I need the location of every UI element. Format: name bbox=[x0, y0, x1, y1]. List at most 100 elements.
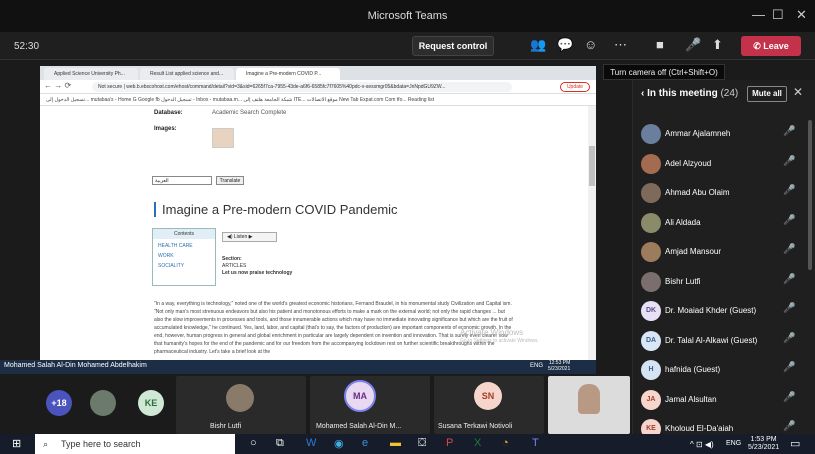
database-value: Academic Search Complete bbox=[212, 110, 287, 116]
participant-tile[interactable]: MA Mohamed Salah Al-Din M... bbox=[310, 376, 430, 434]
mic-muted-icon: 🎤 bbox=[783, 214, 796, 226]
participants-icon[interactable]: 👥 bbox=[530, 37, 546, 53]
leave-button[interactable]: ✆ Leave bbox=[741, 36, 801, 56]
avatar bbox=[226, 384, 254, 412]
avatar-initials: KE bbox=[138, 390, 164, 416]
update-button[interactable]: Update bbox=[560, 82, 590, 92]
participant-avatar bbox=[641, 212, 661, 233]
mute-all-button[interactable]: Mute all bbox=[747, 86, 787, 102]
more-participants-tile[interactable]: +18 bbox=[40, 376, 80, 434]
scroll-thumb[interactable] bbox=[589, 146, 595, 186]
participant-name: Susana Terkawi Notivoli bbox=[438, 423, 513, 430]
contents-link[interactable]: HEALTH CARE bbox=[153, 243, 215, 249]
participant-name: Ammar Ajalamneh bbox=[665, 129, 731, 138]
article-title: Imagine a Pre-modern COVID Pandemic bbox=[154, 202, 398, 217]
excel-icon[interactable]: X bbox=[474, 437, 481, 449]
participant-row[interactable]: Ahmad Abu Olaim 🎤 bbox=[633, 179, 815, 207]
request-control-button[interactable]: Request control bbox=[412, 36, 494, 56]
chat-icon[interactable]: 💬 bbox=[557, 37, 573, 53]
contents-link[interactable]: SOCIALITY bbox=[153, 263, 215, 269]
participant-avatar bbox=[641, 124, 661, 144]
presenter-name: Mohamed Salah Al-Din Mohamed Abdelhakim bbox=[4, 362, 147, 369]
participant-name: Amjad Mansour bbox=[665, 247, 722, 256]
participant-name: Dr. Talal Al-Alkawi (Guest) bbox=[665, 335, 758, 345]
more-actions-icon[interactable]: ⋯ bbox=[614, 37, 627, 53]
participant-row[interactable]: Adel Alzyoud 🎤 bbox=[633, 150, 815, 178]
reactions-icon[interactable]: ☺ bbox=[584, 37, 597, 52]
chrome-icon[interactable]: ◔ bbox=[502, 437, 509, 449]
participants-panel: ‹ In this meeting (24) Mute all ✕ Ammar … bbox=[632, 80, 815, 439]
notifications-icon[interactable]: ▭ bbox=[790, 437, 800, 450]
participant-count: (24) bbox=[720, 88, 739, 99]
participant-row[interactable]: DK Dr. Moaiad Khder (Guest) 🎤 bbox=[633, 297, 815, 325]
language-select[interactable]: العربية bbox=[152, 176, 212, 185]
section-value: ARTICLES bbox=[222, 263, 247, 269]
share-tray-icon[interactable]: ⬆ bbox=[712, 37, 723, 53]
participant-tile[interactable]: KE bbox=[132, 376, 172, 434]
teams-icon[interactable]: T bbox=[532, 437, 539, 449]
mic-muted-icon: 🎤 bbox=[783, 332, 796, 344]
participant-avatar bbox=[641, 271, 661, 292]
browser-tab[interactable]: Applied Science University Ph... bbox=[44, 68, 138, 80]
close-panel-icon[interactable]: ✕ bbox=[793, 85, 803, 99]
file-explorer-icon[interactable]: ▬ bbox=[390, 437, 401, 449]
system-clock[interactable]: 1:53 PM 5/23/2021 bbox=[748, 436, 779, 452]
search-placeholder: Type here to search bbox=[61, 439, 141, 449]
participant-tile[interactable]: SN Susana Terkawi Notivoli bbox=[434, 376, 544, 434]
bookmarks-bar[interactable]: تسجيل الدخول إلى... mutabaa's - Home G G… bbox=[40, 94, 596, 106]
self-video-person bbox=[578, 384, 600, 414]
listen-button[interactable]: ◀) Listen ▶ bbox=[222, 232, 277, 242]
contents-box: Contents HEALTH CARE WORK SOCIALITY bbox=[152, 228, 216, 286]
shared-lang: ENG bbox=[530, 363, 544, 369]
close-icon[interactable]: ✕ bbox=[796, 7, 807, 23]
participant-row[interactable]: Ali Aldada 🎤 bbox=[633, 209, 815, 237]
nav-arrows-icon[interactable]: ← → ⟳ bbox=[44, 81, 71, 90]
contents-link[interactable]: WORK bbox=[153, 253, 215, 259]
clock-time: 1:53 PM bbox=[750, 436, 777, 443]
participant-row[interactable]: JA Jamal Alsultan 🎤 bbox=[633, 386, 815, 414]
minimize-icon[interactable]: — bbox=[752, 7, 765, 22]
article-image-thumbnail[interactable] bbox=[212, 128, 234, 148]
browser-tab[interactable]: Result List applied science and... bbox=[140, 68, 234, 80]
store-icon[interactable]: ⛋ bbox=[418, 437, 426, 450]
powerpoint-icon[interactable]: P bbox=[446, 437, 453, 449]
word-icon[interactable]: W bbox=[306, 437, 316, 449]
video-strip: +18 KE Bishr Lutfi MA Mohamed Salah Al-D… bbox=[40, 376, 630, 434]
mic-off-icon[interactable]: 🎤 bbox=[685, 37, 701, 53]
page-scrollbar[interactable] bbox=[588, 106, 596, 370]
participant-row[interactable]: Bishr Lutfi 🎤 bbox=[633, 268, 815, 296]
mic-muted-icon: 🎤 bbox=[783, 244, 796, 255]
browser-tab-active[interactable]: Imagine a Pre-modern COVID P... bbox=[236, 68, 340, 80]
maximize-icon[interactable]: ☐ bbox=[772, 7, 784, 23]
participant-tile[interactable]: Bishr Lutfi bbox=[176, 376, 306, 434]
ie-icon[interactable]: e bbox=[362, 437, 368, 449]
taskbar-search[interactable]: ⌕ Type here to search bbox=[35, 434, 235, 454]
mic-muted-icon: 🎤 bbox=[783, 185, 796, 196]
url-field[interactable]: Not secure | web.b.ebscohost.com/ehost/c… bbox=[92, 82, 512, 92]
participant-name: Ahmad Abu Olaim bbox=[665, 188, 730, 197]
participant-row[interactable]: DA Dr. Talal Al-Alkawi (Guest) 🎤 bbox=[633, 327, 815, 355]
edge-icon[interactable]: ◉ bbox=[334, 437, 344, 450]
task-view-icon[interactable]: ⧉ bbox=[276, 437, 284, 450]
participant-tile[interactable] bbox=[84, 376, 124, 434]
participant-row[interactable]: Ammar Ajalamneh 🎤 bbox=[633, 120, 815, 148]
translate-button[interactable]: Translate bbox=[216, 176, 244, 185]
participant-avatar: JA bbox=[641, 389, 661, 410]
article-page: Database: Academic Search Complete Image… bbox=[40, 106, 596, 370]
cortana-icon[interactable]: ○ bbox=[250, 437, 257, 449]
camera-icon[interactable]: ■ bbox=[656, 37, 664, 52]
avatar-initials: MA bbox=[344, 380, 376, 412]
more-count: +18 bbox=[46, 390, 72, 416]
leave-label: Leave bbox=[763, 41, 789, 51]
language-indicator[interactable]: ENG bbox=[726, 440, 741, 447]
panel-title: In this meeting bbox=[647, 88, 718, 99]
participant-row[interactable]: Hhafnida (Guest) 🎤 bbox=[633, 356, 815, 384]
participant-avatar bbox=[641, 242, 661, 262]
participant-row[interactable]: Amjad Mansour 🎤 bbox=[633, 238, 815, 266]
browser-tabs: Applied Science University Ph... Result … bbox=[40, 66, 596, 80]
windows-taskbar: ⊞ ⌕ Type here to search ○ ⧉ W ◉ e ▬ ⛋ P … bbox=[0, 434, 815, 454]
self-video-tile[interactable] bbox=[548, 376, 630, 434]
section-info: Section: ARTICLES Let us now praise tech… bbox=[222, 256, 292, 277]
tray-icons[interactable]: ^ ⊡ ◀) bbox=[690, 440, 714, 449]
windows-start-icon[interactable]: ⊞ bbox=[12, 437, 21, 450]
